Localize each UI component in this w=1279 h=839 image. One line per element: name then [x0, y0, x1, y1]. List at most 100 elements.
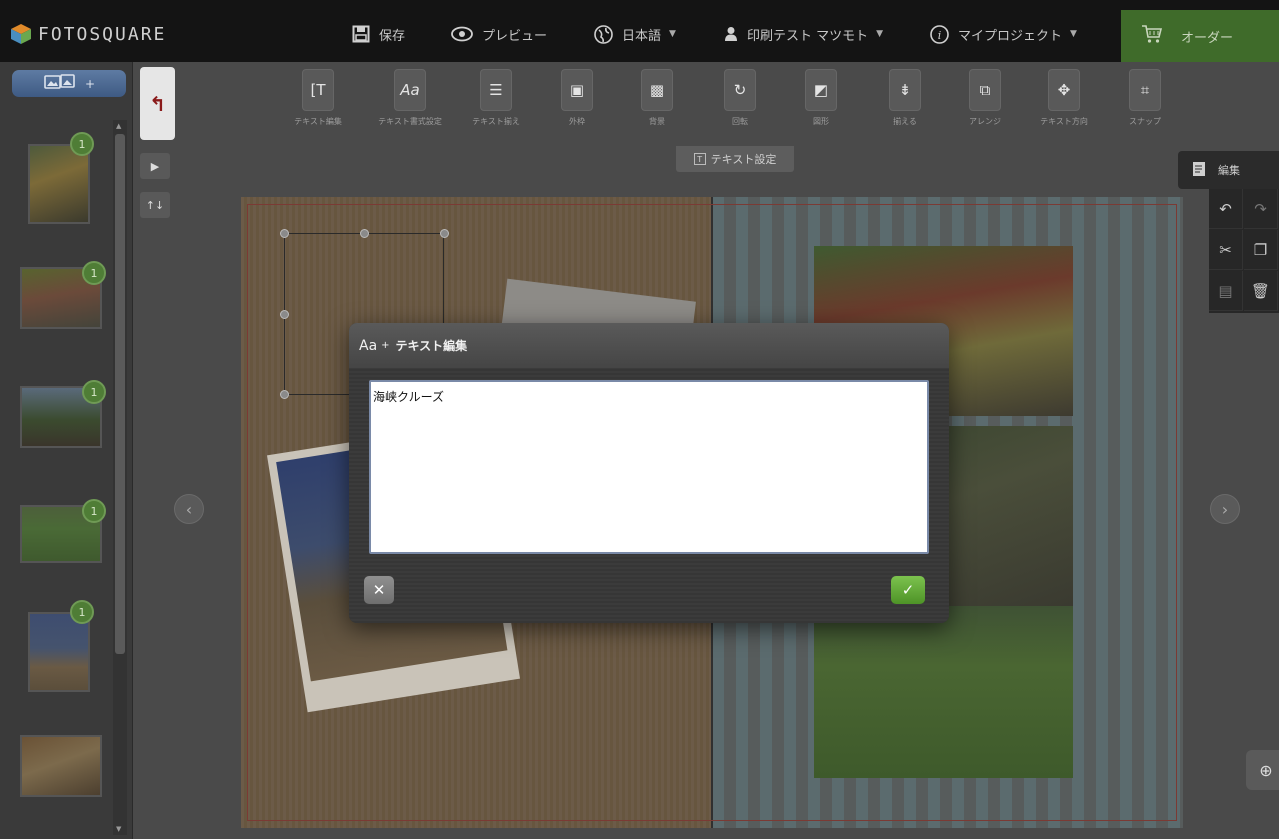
text-edit-icon: [T: [302, 69, 334, 111]
prev-page-button[interactable]: ‹: [174, 494, 204, 524]
tool-shape[interactable]: ◩ 図形: [781, 69, 861, 127]
user-dropdown[interactable]: 印刷テスト マツモト ▼: [724, 22, 883, 46]
tool-text-direction[interactable]: ✥ テキスト方向: [1024, 69, 1104, 127]
resize-handle[interactable]: [360, 229, 369, 238]
edit-icon: [1192, 161, 1206, 180]
thumbnail-scrollbar[interactable]: ▲ ▼: [113, 120, 127, 835]
copy-icon: ❐: [1253, 240, 1268, 259]
tool-snap[interactable]: ⌗ スナップ: [1105, 69, 1185, 127]
user-icon: [724, 26, 738, 42]
my-project-label: マイプロジェクト: [958, 28, 1063, 44]
order-button[interactable]: オーダー: [1121, 10, 1279, 62]
text-edit-input[interactable]: 海峡クルーズ: [369, 380, 929, 554]
svg-text:i: i: [938, 29, 942, 42]
scrollbar-thumb[interactable]: [115, 134, 125, 654]
eye-icon: [451, 26, 473, 42]
resize-handle[interactable]: [280, 390, 289, 399]
top-bar: FOTOSQUARE 保存 プレビュー 日本語 ▼ 印刷テスト マツモト ▼ i…: [0, 0, 1279, 62]
cut-icon: ✂: [1219, 240, 1232, 259]
confirm-button[interactable]: ✓: [891, 576, 925, 604]
resize-handle[interactable]: [280, 310, 289, 319]
text-settings-tab[interactable]: T テキスト設定: [676, 146, 794, 172]
resize-handle[interactable]: [280, 229, 289, 238]
back-arrow-button[interactable]: ↰: [140, 67, 175, 140]
language-label: 日本語: [622, 28, 662, 44]
save-button[interactable]: 保存: [352, 22, 405, 46]
undo-icon: ↶: [1219, 199, 1232, 218]
undo-button[interactable]: ↶: [1209, 189, 1243, 229]
tool-rotate[interactable]: ↻ 回転: [700, 69, 780, 127]
background-icon: ▩: [641, 69, 673, 111]
thumbnail-image: [28, 612, 90, 692]
photo-right-bottom[interactable]: [814, 606, 1073, 778]
preview-label: プレビュー: [482, 28, 548, 44]
save-label: 保存: [379, 28, 406, 44]
photo-thumbnail[interactable]: 1: [28, 600, 94, 692]
text-edit-dialog: Aa + テキスト編集 海峡クルーズ ✕ ✓: [349, 323, 949, 623]
back-arrow-icon: ↰: [149, 91, 166, 116]
cancel-button[interactable]: ✕: [364, 576, 394, 604]
tool-text-align[interactable]: ☰ テキスト揃え: [456, 69, 536, 127]
photo-thumbnail[interactable]: 1: [20, 261, 106, 329]
zoom-button[interactable]: ⊕: [1246, 750, 1279, 790]
delete-button[interactable]: 🗑: [1244, 271, 1278, 311]
language-dropdown[interactable]: 日本語 ▼: [594, 22, 676, 46]
tool-arrange[interactable]: ⧉ アレンジ: [945, 69, 1025, 127]
paste-icon: ▤: [1218, 281, 1233, 300]
save-icon: [352, 25, 370, 43]
app-logo: FOTOSQUARE: [10, 22, 166, 46]
check-icon: ✓: [901, 581, 915, 599]
paste-button[interactable]: ▤: [1209, 271, 1243, 311]
usage-badge: 1: [82, 261, 106, 285]
text-direction-icon: ✥: [1048, 69, 1080, 111]
photo-thumbnail[interactable]: [20, 735, 102, 797]
redo-button[interactable]: ↷: [1244, 189, 1278, 229]
logo-cube-icon: [10, 23, 32, 45]
redo-icon: ↷: [1254, 199, 1267, 218]
photo-sidebar: + ▲ ▼ 1 1 1 1 1: [0, 62, 133, 839]
chevron-down-icon: ▼: [1070, 29, 1077, 39]
chevron-down-icon: ▼: [876, 29, 884, 39]
text-format-icon: Aa: [394, 69, 426, 111]
tool-background[interactable]: ▩ 背景: [617, 69, 697, 127]
tool-align[interactable]: ⇟ 揃える: [865, 69, 945, 127]
sort-arrows-icon: ↑↓: [145, 198, 165, 212]
edit-panel-tab[interactable]: 編集: [1178, 151, 1279, 189]
tool-text-edit[interactable]: [T テキスト編集: [278, 69, 358, 127]
preview-button[interactable]: プレビュー: [451, 22, 547, 46]
trash-icon: 🗑: [1250, 281, 1271, 300]
dialog-header: Aa + テキスト編集: [349, 323, 949, 368]
user-label: 印刷テスト マツモト: [747, 28, 869, 44]
order-label: オーダー: [1181, 30, 1234, 46]
usage-badge: 1: [70, 600, 94, 624]
tool-frame[interactable]: ▣ 外枠: [537, 69, 617, 127]
chevron-left-icon: ‹: [185, 499, 193, 519]
next-page-button[interactable]: ›: [1210, 494, 1240, 524]
resize-handle[interactable]: [440, 229, 449, 238]
add-photos-icon: [43, 73, 81, 94]
dialog-title-prefix: Aa: [359, 337, 378, 354]
edit-panel: ↶ ↷ ✂ ❐ ▤ 🗑: [1209, 189, 1279, 313]
dialog-body: 海峡クルーズ ✕ ✓: [349, 368, 949, 623]
sort-button[interactable]: ↑↓: [140, 192, 170, 218]
thumbnail-image: [28, 144, 90, 224]
cut-button[interactable]: ✂: [1209, 230, 1243, 270]
usage-badge: 1: [70, 132, 94, 156]
expand-panel-button[interactable]: ▶: [140, 153, 170, 179]
text-align-icon: ☰: [480, 69, 512, 111]
logo-text: FOTOSQUARE: [38, 23, 167, 45]
shape-icon: ◩: [805, 69, 837, 111]
scroll-down-icon[interactable]: ▼: [116, 825, 121, 833]
dialog-title-plus: +: [381, 340, 390, 351]
photo-thumbnail[interactable]: 1: [20, 380, 106, 448]
scroll-up-icon[interactable]: ▲: [116, 122, 121, 130]
my-project-dropdown[interactable]: i マイプロジェクト ▼: [930, 22, 1077, 46]
add-photos-button[interactable]: +: [12, 70, 126, 97]
photo-thumbnail[interactable]: 1: [20, 499, 106, 563]
frame-icon: ▣: [561, 69, 593, 111]
dialog-title: テキスト編集: [395, 339, 468, 353]
copy-button[interactable]: ❐: [1244, 230, 1278, 270]
photo-thumbnail[interactable]: 1: [28, 132, 94, 224]
thumbnail-image: [20, 735, 102, 797]
tool-text-format[interactable]: Aa テキスト書式設定: [370, 69, 450, 127]
